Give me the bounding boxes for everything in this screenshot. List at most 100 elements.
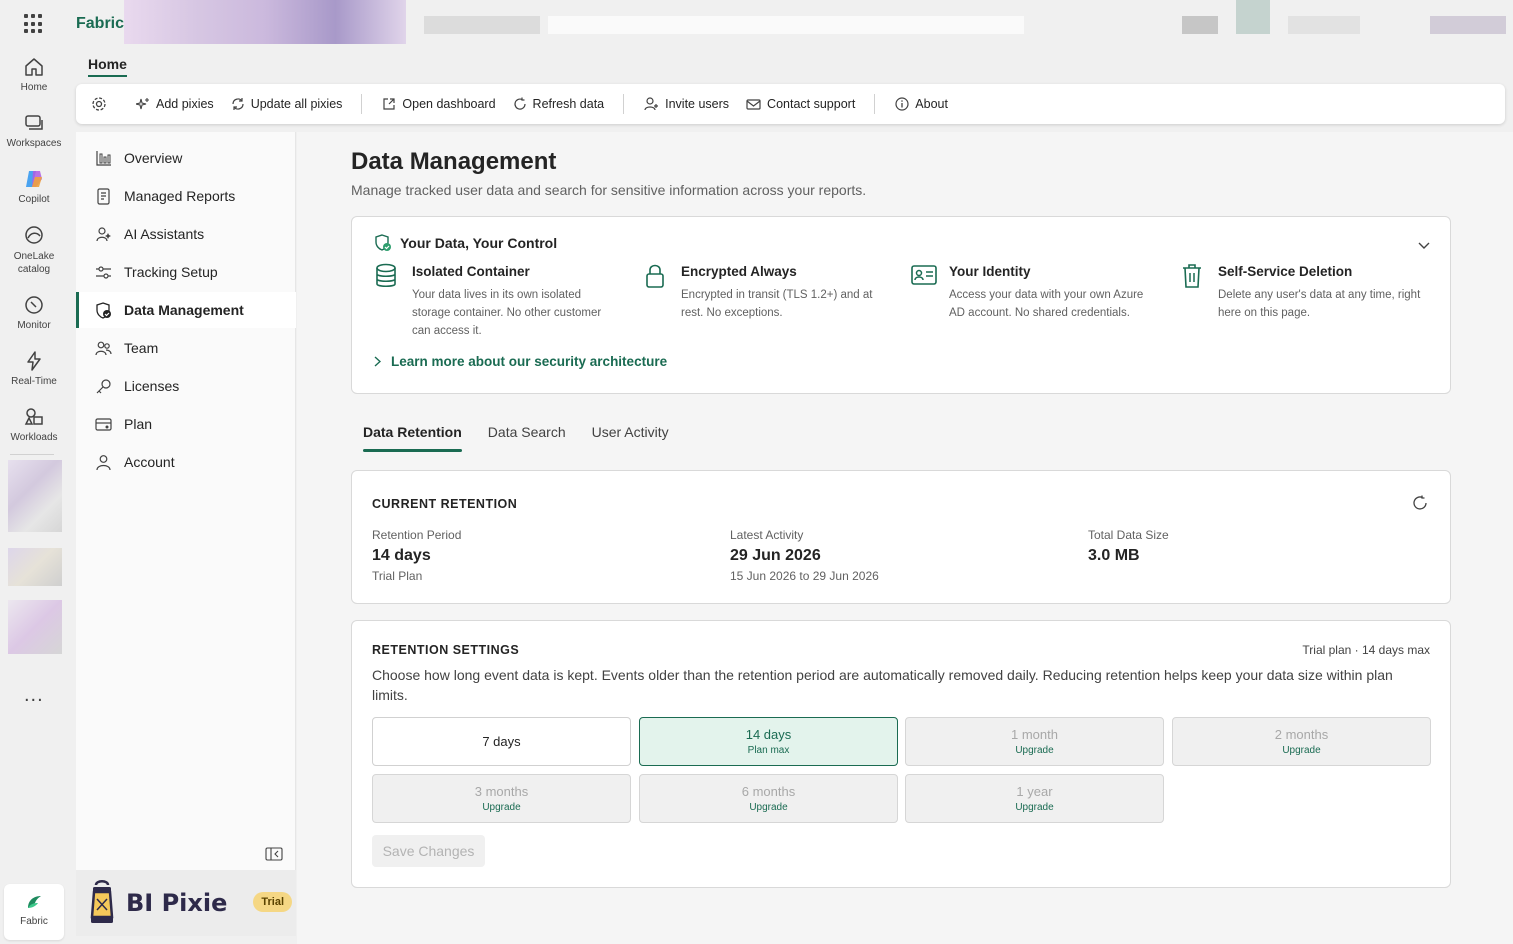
left-rail: Home Workspaces Copilot OneLake catalog … [0,48,68,944]
security-heading[interactable]: Your Data, Your Control [374,234,557,252]
tab-home[interactable]: Home [88,56,127,77]
redacted-region [8,548,62,586]
person-icon [96,454,111,470]
retention-option-1-year[interactable]: 1 year Upgrade [905,774,1164,823]
contact-support-button[interactable]: Contact support [746,97,855,111]
settings-button[interactable] [90,95,108,113]
tab-user-activity[interactable]: User Activity [592,424,669,440]
chart-bars-icon [96,150,111,166]
stat-sub: Trial Plan [372,569,423,583]
product-name: BI Pixie [126,889,228,917]
lightning-icon [27,351,41,371]
add-pixies-button[interactable]: Add pixies [136,97,214,111]
nav-item-team[interactable]: Team [76,330,296,366]
collapse-panel-button[interactable] [265,847,283,866]
about-button[interactable]: About [895,97,948,111]
rail-label: Monitor [17,320,51,331]
trial-badge: Trial [253,892,292,912]
redacted-region [424,16,540,34]
nav-item-licenses[interactable]: Licenses [76,368,296,404]
rail-label: OneLake catalog [13,251,55,275]
feature-title: Isolated Container [412,264,530,279]
copilot-icon [26,171,42,187]
retention-option-7-days[interactable]: 7 days [372,717,631,766]
toolbar-divider [361,94,363,114]
rail-label: Workspaces [6,138,62,149]
rail-realtime[interactable]: Real-Time [0,350,68,387]
option-label: 6 months [741,784,796,799]
toolbar-divider [623,94,625,114]
app-launcher-icon[interactable] [24,14,44,34]
redacted-region [1182,16,1218,34]
option-label: 3 months [474,784,529,799]
feature-desc: Your data lives in its own isolated stor… [412,289,602,337]
retention-option-14-days[interactable]: 14 days Plan max [639,717,898,766]
shield-check-icon [375,234,391,251]
refresh-data-label: Refresh data [532,97,605,111]
redacted-region [1430,16,1506,34]
rail-onelake[interactable]: OneLake catalog [0,224,68,276]
person-add-icon [644,97,659,111]
workspaces-icon [25,115,43,130]
retention-option-2-months[interactable]: 2 months Upgrade [1172,717,1431,766]
nav-item-tracking-setup[interactable]: Tracking Setup [76,254,296,290]
invite-users-button[interactable]: Invite users [644,97,729,111]
refresh-retention-button[interactable] [1412,495,1428,516]
nav-label: Team [124,340,159,356]
rail-home[interactable]: Home [0,56,68,93]
stat-latest-activity: Latest Activity 29 Jun 2026 15 Jun 2026 … [730,528,879,583]
brand-name[interactable]: Fabric [76,15,124,33]
expand-toggle[interactable] [1418,237,1430,255]
redacted-region [8,460,62,532]
save-changes-button[interactable]: Save Changes [372,835,485,867]
stat-total-data-size: Total Data Size 3.0 MB [1088,528,1169,565]
nav-item-managed-reports[interactable]: Managed Reports [76,178,296,214]
rail-divider [10,454,54,455]
nav-item-overview[interactable]: Overview [76,140,296,176]
learn-more-link[interactable]: Learn more about our security architectu… [374,354,667,369]
rail-label: Copilot [18,194,50,205]
plan-note: Trial plan · 14 days max [1302,643,1430,657]
retention-description: Choose how long event data is kept. Even… [372,667,1393,703]
report-icon [97,187,110,205]
nav-label: Tracking Setup [124,264,218,280]
mail-icon [746,98,761,110]
stat-value: 29 Jun 2026 [730,547,821,564]
tab-data-retention[interactable]: Data Retention [363,424,462,452]
nav-item-plan[interactable]: Plan [76,406,296,442]
rail-workloads[interactable]: Workloads [0,406,68,443]
feature-title: Self-Service Deletion [1218,264,1353,279]
about-label: About [915,97,948,111]
retention-option-3-months[interactable]: 3 months Upgrade [372,774,631,823]
sync-icon [232,98,244,110]
retention-option-6-months[interactable]: 6 months Upgrade [639,774,898,823]
nav-item-account[interactable]: Account [76,444,296,480]
feature-desc: Access your data with your own Azure AD … [949,289,1144,319]
rail-copilot[interactable]: Copilot [0,168,68,205]
option-label: 7 days [482,734,521,749]
nav-label: Managed Reports [124,188,236,204]
refresh-data-button[interactable]: Refresh data [513,97,605,111]
rail-workspaces[interactable]: Workspaces [0,112,68,149]
option-sub: Plan max [747,745,790,756]
nav-item-data-management[interactable]: Data Management [76,292,296,328]
tab-data-search[interactable]: Data Search [488,424,566,440]
stat-value: 14 days [372,547,431,564]
rail-monitor[interactable]: Monitor [0,294,68,331]
product-footer: BI Pixie Trial [76,870,296,936]
lantern-logo-icon [90,880,114,923]
retention-option-1-month[interactable]: 1 month Upgrade [905,717,1164,766]
option-sub: Upgrade [749,802,788,813]
redacted-region [1236,0,1270,34]
fabric-logo-icon [28,896,41,908]
rail-fabric[interactable]: Fabric [4,884,64,940]
open-dashboard-button[interactable]: Open dashboard [382,97,496,111]
current-retention-heading: CURRENT RETENTION [372,497,518,511]
rail-label: Fabric [20,916,48,927]
page-title: Data Management [351,148,557,175]
page-subtitle: Manage tracked user data and search for … [351,182,867,198]
more-icon[interactable]: ... [24,684,44,707]
update-all-button[interactable]: Update all pixies [231,97,342,111]
learn-more-label: Learn more about our security architectu… [391,354,668,369]
nav-item-ai-assistants[interactable]: AI Assistants [76,216,296,252]
